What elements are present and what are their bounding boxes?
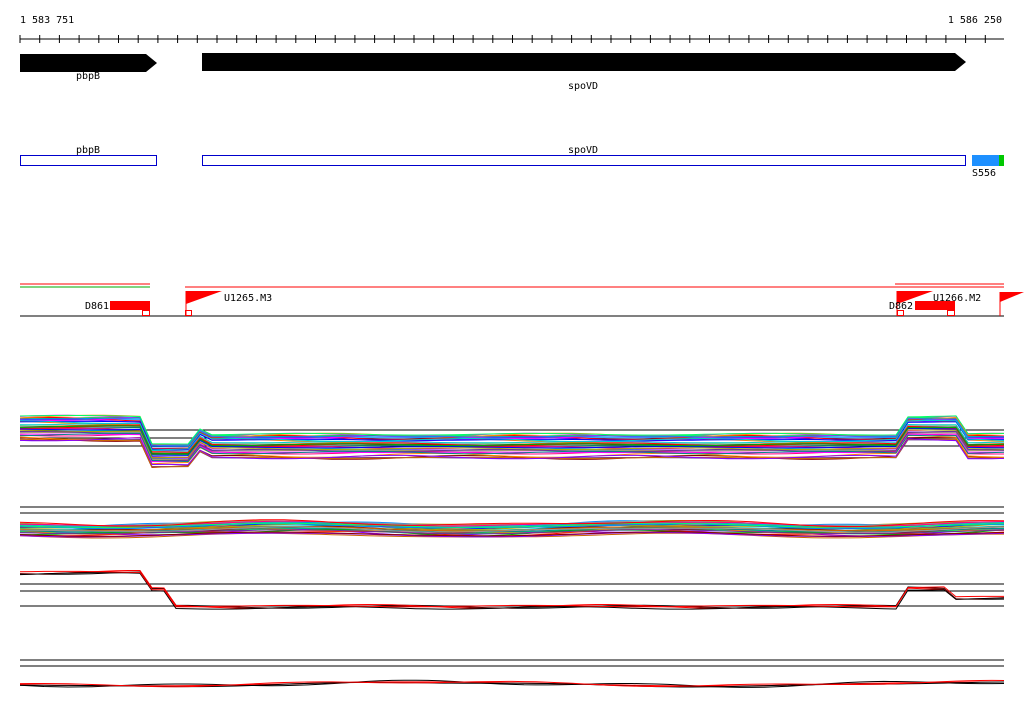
profile4-lines xyxy=(19,679,1005,688)
annotation-box-pbpB[interactable] xyxy=(20,155,157,166)
profile-track-1 xyxy=(19,414,1005,469)
feature-U1265-flag[interactable] xyxy=(186,291,222,304)
annotation-track: pbpB spoVD S556 xyxy=(20,145,1004,179)
feature-label-U1265: U1265.M3 xyxy=(224,293,272,304)
annotation-label-S556: S556 xyxy=(972,168,996,179)
profile2-lines xyxy=(19,519,1005,539)
profile3-lines xyxy=(19,570,1005,610)
profile1-lines xyxy=(19,414,1005,469)
feature-next-flag[interactable] xyxy=(1000,292,1024,302)
profile-line xyxy=(19,571,1005,609)
profile-track-4 xyxy=(19,659,1005,688)
ruler-start-label: 1 583 751 xyxy=(20,15,74,26)
gene-track: pbpB spoVD xyxy=(20,53,966,92)
coordinate-ruler: 1 583 751 1 586 250 xyxy=(19,15,1004,43)
profile-line xyxy=(19,570,1005,609)
gene-arrow-spoVD[interactable] xyxy=(202,53,966,71)
annotation-box-S556-blue[interactable] xyxy=(972,155,999,166)
feature-D862-block[interactable] xyxy=(915,301,955,310)
profile-track-3 xyxy=(19,570,1005,610)
gene-arrow-pbpB[interactable] xyxy=(20,54,157,72)
gene-label-spoVD: spoVD xyxy=(568,81,598,92)
annotation-label-pbpB: pbpB xyxy=(76,145,100,156)
feature-D861-marker xyxy=(142,310,150,316)
profile-line xyxy=(19,570,1004,608)
feature-D861-block[interactable] xyxy=(110,301,150,310)
genome-browser-view: 1 583 751 1 586 250 pbpB spoVD pbpB spoV… xyxy=(0,0,1024,714)
ruler-end-label: 1 586 250 xyxy=(948,15,1002,26)
gene-label-pbpB: pbpB xyxy=(76,71,100,82)
transcript-track: D861 U1265.M3 U1266.M2 D862 xyxy=(20,283,1024,317)
annotation-label-spoVD: spoVD xyxy=(568,145,598,156)
profile-track-2 xyxy=(19,506,1005,539)
annotation-box-spoVD[interactable] xyxy=(202,155,966,166)
feature-U1266-marker xyxy=(947,310,955,316)
annotation-box-S556-green[interactable] xyxy=(999,155,1004,166)
feature-label-D861: D861 xyxy=(85,301,109,312)
tracks-canvas: 1 583 751 1 586 250 pbpB spoVD pbpB spoV… xyxy=(19,15,1024,688)
